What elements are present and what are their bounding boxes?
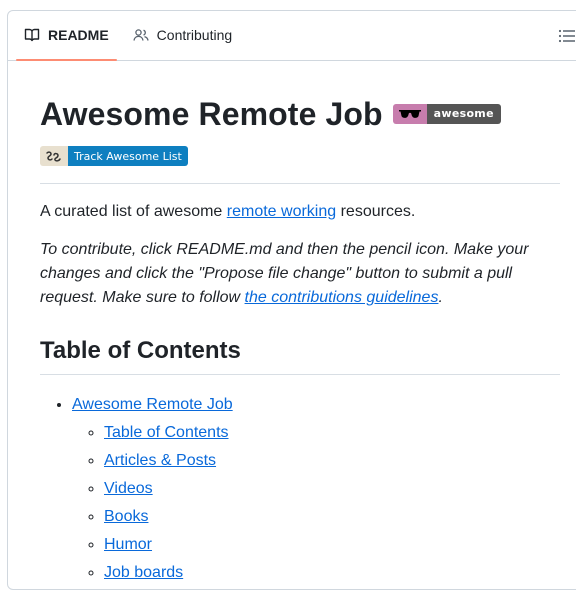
intro-text-after: resources.	[336, 203, 416, 220]
note-text-after: .	[438, 289, 443, 306]
people-icon	[133, 27, 149, 43]
contributions-guidelines-link[interactable]: the contributions guidelines	[245, 289, 439, 306]
toc-subitem: Videos	[104, 477, 560, 501]
track-awesome-icon	[40, 146, 68, 166]
toc-subitem: Books	[104, 505, 560, 529]
toc-link-articles-posts[interactable]: Articles & Posts	[104, 452, 216, 469]
tab-readme-label: README	[48, 27, 109, 43]
toc-subitem: Job boards	[104, 561, 560, 585]
tab-bar: README Contributing	[8, 11, 576, 61]
toc-subitem: Humor	[104, 533, 560, 557]
tab-readme[interactable]: README	[16, 11, 117, 61]
sunglasses-icon	[392, 104, 427, 124]
title-divider	[40, 183, 560, 184]
toc-divider	[40, 374, 560, 375]
toc-link-humor[interactable]: Humor	[104, 536, 152, 553]
readme-panel: README Contributing Awesome Remote Job a…	[7, 10, 576, 590]
remote-working-link[interactable]: remote working	[227, 203, 336, 220]
intro-text-before: A curated list of awesome	[40, 203, 227, 220]
toc-subitem: Articles & Posts	[104, 449, 560, 473]
title-text: Awesome Remote Job	[40, 96, 383, 132]
intro-paragraph: A curated list of awesome remote working…	[40, 200, 560, 224]
toc-sublist: Table of Contents Articles & Posts Video…	[72, 421, 560, 585]
toc-link-table-of-contents[interactable]: Table of Contents	[104, 424, 229, 441]
toc-subitem: Table of Contents	[104, 421, 560, 445]
track-awesome-text: Track Awesome List	[68, 146, 188, 166]
contribute-note: To contribute, click README.md and then …	[40, 238, 560, 310]
track-awesome-badge[interactable]: Track Awesome List	[40, 146, 188, 166]
toc-link-books[interactable]: Books	[104, 508, 148, 525]
toc-link-awesome-remote-job[interactable]: Awesome Remote Job	[72, 396, 233, 413]
outline-list-icon[interactable]	[558, 27, 576, 45]
toc-list: Awesome Remote Job Table of Contents Art…	[40, 393, 560, 585]
book-icon	[24, 27, 40, 43]
toc-heading: Table of Contents	[40, 337, 241, 364]
awesome-badge-text: awesome	[426, 104, 501, 124]
toc-item: Awesome Remote Job Table of Contents Art…	[72, 393, 560, 585]
toc-link-videos[interactable]: Videos	[104, 480, 153, 497]
page-title: Awesome Remote Job awesome	[40, 95, 560, 133]
tab-contributing-label: Contributing	[156, 27, 233, 43]
readme-body: Awesome Remote Job awesome Track Awesome…	[8, 95, 576, 585]
toc-link-job-boards[interactable]: Job boards	[104, 564, 183, 581]
awesome-badge[interactable]: awesome	[392, 104, 501, 124]
tab-contributing[interactable]: Contributing	[125, 11, 241, 60]
